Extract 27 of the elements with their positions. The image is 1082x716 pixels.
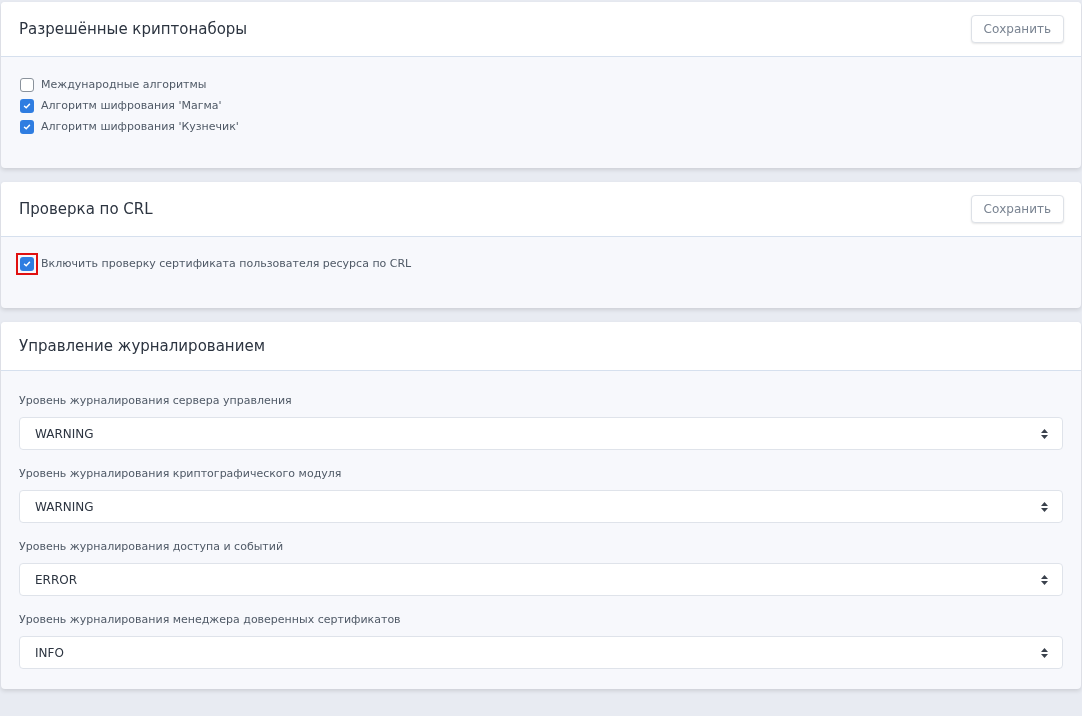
checkmark-icon <box>23 102 31 110</box>
checkbox-label: Алгоритм шифрования 'Кузнечик' <box>41 118 239 135</box>
card-title: Разрешённые криптонаборы <box>19 18 248 40</box>
checkbox-label: Алгоритм шифрования 'Магма' <box>41 97 222 114</box>
checkmark-icon <box>23 260 31 268</box>
sort-arrows-icon <box>1041 428 1048 439</box>
checkbox[interactable] <box>20 99 34 113</box>
field-label: Уровень журналирования доступа и событий <box>19 540 285 554</box>
save-button[interactable]: Сохранить <box>970 15 1064 43</box>
checkmark-icon <box>23 123 31 131</box>
sort-arrows-icon <box>1041 501 1048 512</box>
checkbox-label: Международные алгоритмы <box>41 76 207 93</box>
save-button[interactable]: Сохранить <box>970 195 1064 223</box>
select-field[interactable]: WARNING <box>19 417 1063 450</box>
card-title: Проверка по CRL <box>19 198 153 220</box>
select-field[interactable]: WARNING <box>19 490 1063 523</box>
checkbox[interactable] <box>20 120 34 134</box>
sort-arrows-icon <box>1041 574 1048 585</box>
select-field[interactable]: INFO <box>19 636 1063 669</box>
sort-arrows-icon <box>1041 647 1048 658</box>
field-label: Уровень журналирования сервера управления <box>19 394 293 408</box>
card-title: Управление журналированием <box>19 335 265 357</box>
checkbox[interactable] <box>20 78 34 92</box>
field-label: Уровень журналирования менеджера доверенных сертификатов <box>19 613 402 627</box>
field-label: Уровень журналирования криптографического модуля <box>19 467 343 481</box>
select-field[interactable]: ERROR <box>19 563 1063 596</box>
checkbox-label: Включить проверку сертификата пользователя ресурса по CRL <box>41 255 412 272</box>
